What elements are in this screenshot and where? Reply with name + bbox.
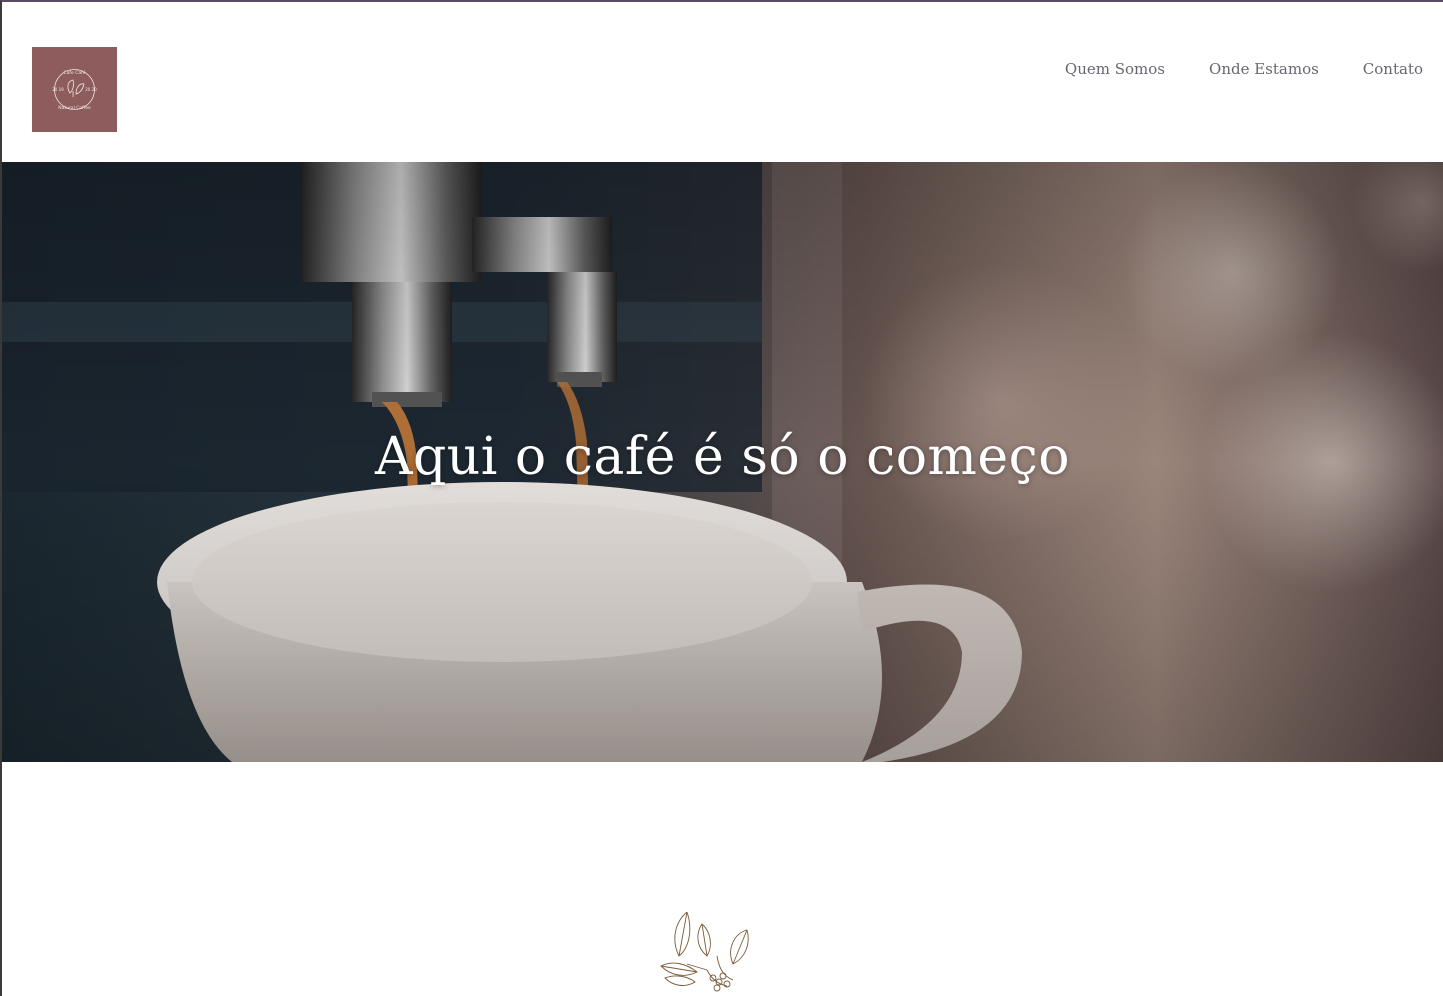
coffee-leaves-logo-icon: Cafe Café Natural Coffee 20 19 20 20 (52, 69, 97, 111)
nav-link-contato[interactable]: Contato (1363, 60, 1423, 78)
logo-text-bottom: Natural Coffee (58, 105, 91, 111)
hero-banner: Aqui o café é só o começo (2, 162, 1443, 762)
intro-section (2, 762, 1443, 996)
nav-link-onde-estamos[interactable]: Onde Estamos (1209, 60, 1319, 78)
site-header: Cafe Café Natural Coffee 20 19 20 20 Que… (2, 2, 1443, 162)
coffee-branch-icon (660, 912, 749, 992)
page: Cafe Café Natural Coffee 20 19 20 20 Que… (0, 0, 1443, 996)
logo-year-left: 20 19 (52, 87, 64, 92)
main-nav: Quem Somos Onde Estamos Contato (1065, 60, 1423, 78)
logo-text-top: Cafe Café (64, 69, 86, 76)
site-logo[interactable]: Cafe Café Natural Coffee 20 19 20 20 (32, 47, 117, 132)
nav-link-quem-somos[interactable]: Quem Somos (1065, 60, 1165, 78)
hero-title: Aqui o café é só o começo (374, 427, 1071, 487)
logo-year-right: 20 20 (85, 87, 97, 92)
